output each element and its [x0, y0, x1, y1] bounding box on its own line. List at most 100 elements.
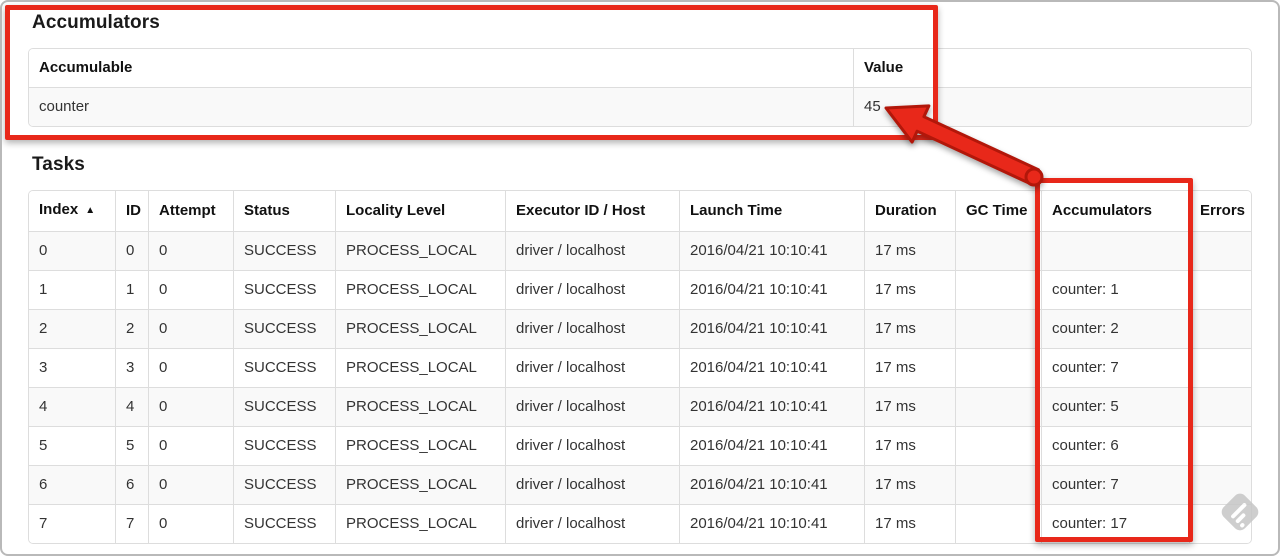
cell-gc [955, 348, 1041, 387]
cell-executor: driver / localhost [505, 309, 679, 348]
column-header-duration[interactable]: Duration [864, 191, 955, 231]
column-header-accumulable[interactable]: Accumulable [29, 49, 853, 87]
cell-launch: 2016/04/21 10:10:41 [679, 348, 864, 387]
cell-status: SUCCESS [233, 231, 335, 270]
cell-accumulators: counter: 6 [1041, 426, 1189, 465]
cell-executor: driver / localhost [505, 270, 679, 309]
cell-id: 1 [115, 270, 148, 309]
cell-status: SUCCESS [233, 426, 335, 465]
column-header-attempt[interactable]: Attempt [148, 191, 233, 231]
cell-locality: PROCESS_LOCAL [335, 465, 505, 504]
table-row: 5 5 0 SUCCESS PROCESS_LOCAL driver / localhos… [29, 426, 1251, 465]
column-header-value[interactable]: Value [853, 49, 1251, 87]
column-header-index-label: Index [39, 201, 79, 218]
column-header-accumulators[interactable]: Accumulators [1041, 191, 1189, 231]
cell-gc [955, 309, 1041, 348]
cell-executor: driver / localhost [505, 348, 679, 387]
accumulators-section-heading: Accumulators [32, 12, 160, 33]
cell-index: 5 [29, 426, 115, 465]
cell-launch: 2016/04/21 10:10:41 [679, 387, 864, 426]
cell-executor: driver / localhost [505, 231, 679, 270]
cell-launch: 2016/04/21 10:10:41 [679, 504, 864, 543]
cell-accumulators: counter: 1 [1041, 270, 1189, 309]
cell-status: SUCCESS [233, 270, 335, 309]
cell-launch: 2016/04/21 10:10:41 [679, 231, 864, 270]
cell-duration: 17 ms [864, 426, 955, 465]
cell-locality: PROCESS_LOCAL [335, 231, 505, 270]
sort-ascending-icon: ▲ [85, 205, 96, 216]
cell-duration: 17 ms [864, 231, 955, 270]
cell-duration: 17 ms [864, 348, 955, 387]
accumulators-table-header-row: Accumulable Value [29, 49, 1251, 87]
table-row: counter 45 [29, 87, 1251, 126]
cell-duration: 17 ms [864, 465, 955, 504]
cell-accumulators: counter: 7 [1041, 465, 1189, 504]
cell-errors [1189, 504, 1251, 543]
cell-locality: PROCESS_LOCAL [335, 348, 505, 387]
cell-id: 6 [115, 465, 148, 504]
cell-executor: driver / localhost [505, 387, 679, 426]
accumulators-table-body: counter 45 [29, 87, 1251, 126]
cell-gc [955, 465, 1041, 504]
table-row: 3 3 0 SUCCESS PROCESS_LOCAL driver / localhos… [29, 348, 1251, 387]
cell-accumulators [1041, 231, 1189, 270]
cell-errors [1189, 309, 1251, 348]
cell-executor: driver / localhost [505, 504, 679, 543]
cell-duration: 17 ms [864, 270, 955, 309]
cell-launch: 2016/04/21 10:10:41 [679, 426, 864, 465]
cell-id: 0 [115, 231, 148, 270]
cell-locality: PROCESS_LOCAL [335, 426, 505, 465]
cell-index: 3 [29, 348, 115, 387]
cell-status: SUCCESS [233, 348, 335, 387]
cell-status: SUCCESS [233, 309, 335, 348]
cell-id: 4 [115, 387, 148, 426]
cell-launch: 2016/04/21 10:10:41 [679, 309, 864, 348]
tasks-table: Index ▲ ID Attempt Status Locality Level … [28, 190, 1252, 544]
cell-id: 3 [115, 348, 148, 387]
cell-accumulators: counter: 7 [1041, 348, 1189, 387]
cell-errors [1189, 465, 1251, 504]
cell-gc [955, 387, 1041, 426]
page-content: Accumulators Accumulable Value counter 45… [2, 12, 1278, 544]
cell-attempt: 0 [148, 348, 233, 387]
column-header-id[interactable]: ID [115, 191, 148, 231]
cell-attempt: 0 [148, 426, 233, 465]
cell-gc [955, 426, 1041, 465]
cell-accumulators: counter: 17 [1041, 504, 1189, 543]
column-header-index[interactable]: Index ▲ [29, 191, 115, 231]
column-header-launch-time[interactable]: Launch Time [679, 191, 864, 231]
column-header-executor-id-host[interactable]: Executor ID / Host [505, 191, 679, 231]
cell-index: 1 [29, 270, 115, 309]
column-header-gc-time[interactable]: GC Time [955, 191, 1041, 231]
table-row: 6 6 0 SUCCESS PROCESS_LOCAL driver / localhos… [29, 465, 1251, 504]
cell-index: 4 [29, 387, 115, 426]
cell-status: SUCCESS [233, 465, 335, 504]
cell-attempt: 0 [148, 387, 233, 426]
column-header-locality-level[interactable]: Locality Level [335, 191, 505, 231]
cell-launch: 2016/04/21 10:10:41 [679, 465, 864, 504]
cell-attempt: 0 [148, 270, 233, 309]
cell-locality: PROCESS_LOCAL [335, 309, 505, 348]
cell-status: SUCCESS [233, 387, 335, 426]
cell-gc [955, 231, 1041, 270]
cell-index: 0 [29, 231, 115, 270]
cell-gc [955, 504, 1041, 543]
cell-duration: 17 ms [864, 387, 955, 426]
cell-status: SUCCESS [233, 504, 335, 543]
cell-launch: 2016/04/21 10:10:41 [679, 270, 864, 309]
cell-id: 5 [115, 426, 148, 465]
cell-attempt: 0 [148, 465, 233, 504]
cell-locality: PROCESS_LOCAL [335, 387, 505, 426]
cell-accumulable: counter [29, 87, 853, 126]
cell-duration: 17 ms [864, 309, 955, 348]
cell-index: 6 [29, 465, 115, 504]
column-header-status[interactable]: Status [233, 191, 335, 231]
column-header-errors[interactable]: Errors [1189, 191, 1251, 231]
table-row: 0 0 0 SUCCESS PROCESS_LOCAL driver / localhos… [29, 231, 1251, 270]
table-row: 7 7 0 SUCCESS PROCESS_LOCAL driver / localhos… [29, 504, 1251, 543]
cell-accumulators: counter: 2 [1041, 309, 1189, 348]
cell-accumulators: counter: 5 [1041, 387, 1189, 426]
cell-errors [1189, 426, 1251, 465]
tasks-table-header-row: Index ▲ ID Attempt Status Locality Level … [29, 191, 1251, 231]
table-row: 2 2 0 SUCCESS PROCESS_LOCAL driver / localhos… [29, 309, 1251, 348]
